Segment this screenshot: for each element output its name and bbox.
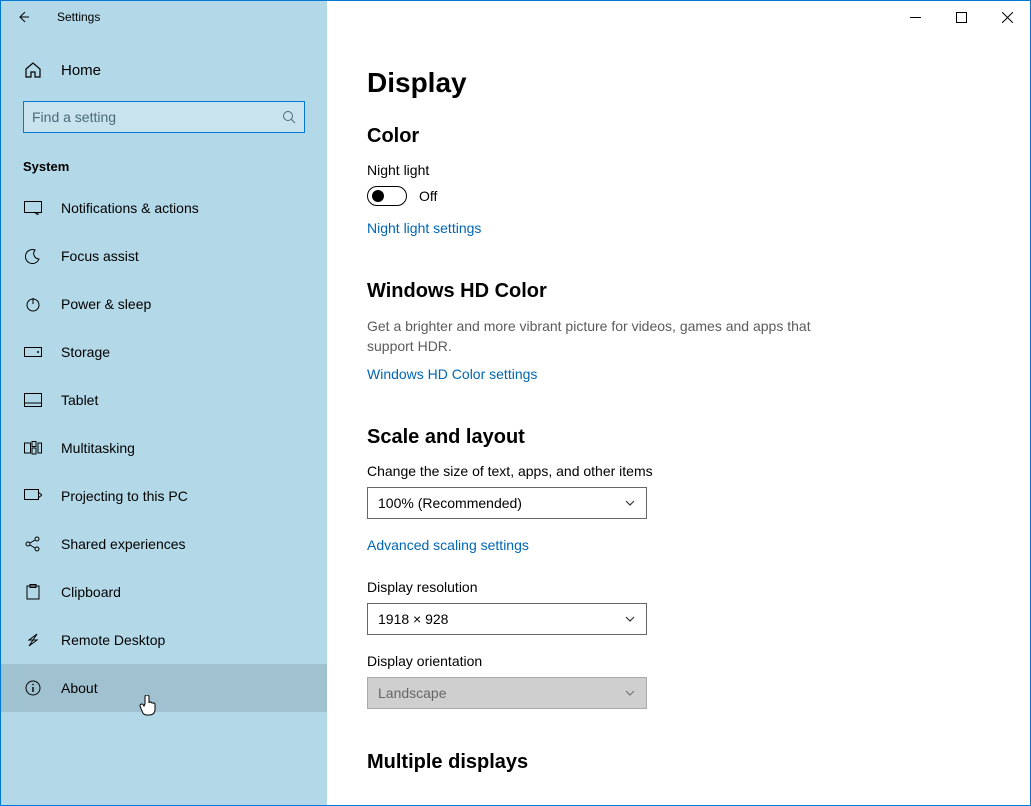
- sidebar-item-label: Clipboard: [61, 584, 121, 600]
- sidebar-item-label: Power & sleep: [61, 296, 151, 312]
- hd-color-settings-link[interactable]: Windows HD Color settings: [367, 366, 537, 382]
- night-light-label: Night light: [367, 162, 990, 178]
- content-area: Display Color Night light Off Night ligh…: [327, 33, 1030, 805]
- page-title: Display: [367, 67, 990, 99]
- orientation-value: Landscape: [378, 685, 447, 701]
- sidebar-item-label: Multitasking: [61, 440, 135, 456]
- search-input[interactable]: [32, 109, 282, 125]
- category-label: System: [1, 147, 327, 184]
- window-title: Settings: [57, 10, 100, 24]
- sidebar-item-label: About: [61, 680, 98, 696]
- notifications-icon: [23, 201, 43, 215]
- resolution-label: Display resolution: [367, 579, 990, 595]
- nav-list: Notifications & actions Focus assist Pow…: [1, 184, 327, 712]
- search-box[interactable]: [23, 101, 305, 133]
- info-icon: [23, 680, 43, 696]
- moon-icon: [23, 248, 43, 264]
- sidebar-item-label: Remote Desktop: [61, 632, 165, 648]
- sidebar-item-label: Focus assist: [61, 248, 139, 264]
- maximize-icon: [956, 12, 967, 23]
- minimize-icon: [910, 12, 921, 23]
- night-light-toggle[interactable]: [367, 186, 407, 206]
- scale-label: Change the size of text, apps, and other…: [367, 463, 990, 479]
- chevron-down-icon: [624, 613, 636, 625]
- section-color-heading: Color: [367, 125, 990, 148]
- section-scale-heading: Scale and layout: [367, 426, 990, 449]
- sidebar-item-label: Projecting to this PC: [61, 488, 188, 504]
- scale-dropdown[interactable]: 100% (Recommended): [367, 487, 647, 519]
- project-icon: [23, 489, 43, 503]
- night-light-state: Off: [419, 188, 437, 204]
- back-arrow-icon: [15, 9, 31, 25]
- chevron-down-icon: [624, 687, 636, 699]
- search-icon: [282, 110, 296, 124]
- sidebar-item-focus-assist[interactable]: Focus assist: [1, 232, 327, 280]
- close-icon: [1002, 12, 1013, 23]
- sidebar-item-remote-desktop[interactable]: Remote Desktop: [1, 616, 327, 664]
- remote-icon: [23, 632, 43, 648]
- sidebar-item-projecting[interactable]: Projecting to this PC: [1, 472, 327, 520]
- advanced-scaling-link[interactable]: Advanced scaling settings: [367, 537, 529, 553]
- sidebar-item-multitasking[interactable]: Multitasking: [1, 424, 327, 472]
- sidebar: Home System Notifications & actions Focu…: [1, 33, 327, 805]
- settings-window: Settings Home: [0, 0, 1031, 806]
- home-button[interactable]: Home: [1, 47, 327, 93]
- home-label: Home: [61, 62, 101, 79]
- scale-value: 100% (Recommended): [378, 495, 522, 511]
- sidebar-item-label: Notifications & actions: [61, 200, 199, 216]
- sidebar-item-about[interactable]: About: [1, 664, 327, 712]
- resolution-dropdown[interactable]: 1918 × 928: [367, 603, 647, 635]
- storage-icon: [23, 347, 43, 357]
- night-light-settings-link[interactable]: Night light settings: [367, 220, 481, 236]
- tablet-icon: [23, 393, 43, 407]
- home-icon: [23, 61, 43, 79]
- orientation-label: Display orientation: [367, 653, 990, 669]
- minimize-button[interactable]: [892, 1, 938, 33]
- sidebar-item-label: Tablet: [61, 392, 98, 408]
- multitasking-icon: [23, 441, 43, 455]
- orientation-dropdown: Landscape: [367, 677, 647, 709]
- close-button[interactable]: [984, 1, 1030, 33]
- sidebar-item-notifications[interactable]: Notifications & actions: [1, 184, 327, 232]
- section-hd-heading: Windows HD Color: [367, 280, 990, 303]
- sidebar-item-power-sleep[interactable]: Power & sleep: [1, 280, 327, 328]
- hd-description: Get a brighter and more vibrant picture …: [367, 317, 847, 356]
- clipboard-icon: [23, 584, 43, 600]
- resolution-value: 1918 × 928: [378, 611, 448, 627]
- chevron-down-icon: [624, 497, 636, 509]
- shared-icon: [23, 536, 43, 552]
- sidebar-item-tablet[interactable]: Tablet: [1, 376, 327, 424]
- sidebar-item-label: Shared experiences: [61, 536, 186, 552]
- power-icon: [23, 296, 43, 312]
- back-button[interactable]: [1, 1, 45, 33]
- sidebar-item-shared-experiences[interactable]: Shared experiences: [1, 520, 327, 568]
- section-multi-heading: Multiple displays: [367, 751, 990, 774]
- sidebar-item-clipboard[interactable]: Clipboard: [1, 568, 327, 616]
- titlebar: Settings: [1, 1, 1030, 33]
- maximize-button[interactable]: [938, 1, 984, 33]
- sidebar-item-label: Storage: [61, 344, 110, 360]
- sidebar-item-storage[interactable]: Storage: [1, 328, 327, 376]
